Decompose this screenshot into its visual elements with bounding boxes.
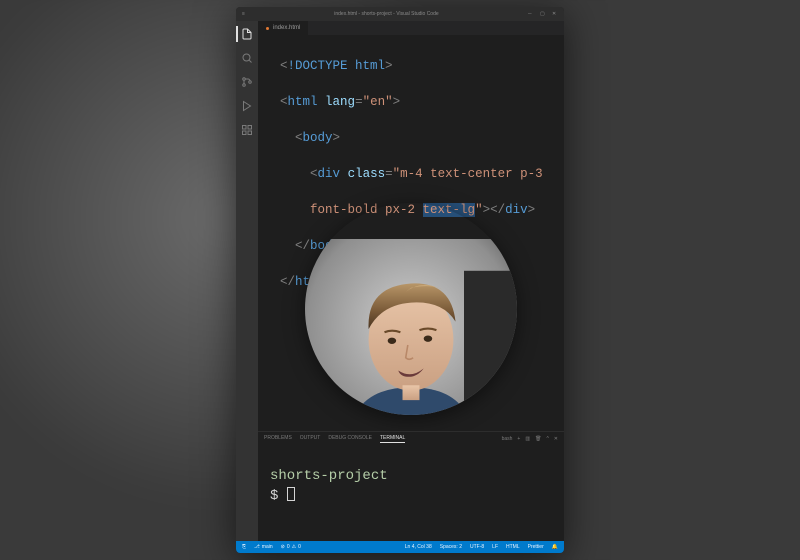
status-bar: ⎘ ⎇ main ⊘ 0 ⚠ 0 Ln 4, Col 38 Spaces: 2 … (236, 541, 564, 553)
html-file-icon (266, 27, 269, 30)
editor-tab[interactable]: index.html (258, 21, 309, 35)
panel-tab-bar: PROBLEMS OUTPUT DEBUG CONSOLE TERMINAL b… (258, 432, 564, 446)
terminal-cwd: shorts-project (270, 466, 552, 486)
panel-tab-output[interactable]: OUTPUT (300, 435, 321, 443)
presenter-webcam (305, 203, 517, 415)
maximize-icon[interactable]: ▢ (540, 11, 546, 17)
encoding[interactable]: UTF-8 (470, 544, 484, 550)
new-terminal-icon[interactable]: + (517, 436, 520, 442)
editor-area: index.html <!DOCTYPE html> <html lang="e… (258, 21, 564, 541)
minimize-icon[interactable]: ─ (528, 11, 534, 17)
run-debug-icon[interactable] (240, 99, 254, 113)
explorer-icon[interactable] (240, 27, 254, 41)
terminal-cursor (287, 487, 295, 501)
maximize-panel-icon[interactable]: ^ (546, 436, 548, 442)
title-bar: ≡ index.html - shorts-project - Visual S… (236, 7, 564, 21)
eol[interactable]: LF (492, 544, 498, 550)
panel-tab-debug[interactable]: DEBUG CONSOLE (328, 435, 372, 443)
indentation[interactable]: Spaces: 2 (440, 544, 462, 550)
bottom-panel: PROBLEMS OUTPUT DEBUG CONSOLE TERMINAL b… (258, 431, 564, 541)
kill-terminal-icon[interactable]: 🗑 (535, 436, 541, 442)
terminal-prompt: $ (270, 488, 278, 504)
language-mode[interactable]: HTML (506, 544, 520, 550)
terminal[interactable]: shorts-project $ (258, 446, 564, 541)
close-panel-icon[interactable]: ✕ (554, 436, 558, 442)
git-branch[interactable]: ⎇ main (254, 544, 273, 550)
editor-tab-bar: index.html (258, 21, 564, 35)
panel-tab-problems[interactable]: PROBLEMS (264, 435, 292, 443)
panel-tab-terminal[interactable]: TERMINAL (380, 435, 405, 443)
problems-status[interactable]: ⊘ 0 ⚠ 0 (281, 544, 301, 550)
prettier-status[interactable]: Prettier (528, 544, 544, 550)
cursor-position[interactable]: Ln 4, Col 38 (405, 544, 432, 550)
tab-filename: index.html (273, 25, 300, 31)
source-control-icon[interactable] (240, 75, 254, 89)
split-terminal-icon[interactable]: ▥ (525, 436, 530, 442)
window-title: index.html - shorts-project - Visual Stu… (245, 11, 528, 17)
code-editor[interactable]: <!DOCTYPE html> <html lang="en"> <body> … (258, 35, 564, 431)
extensions-icon[interactable] (240, 123, 254, 137)
close-icon[interactable]: ✕ (552, 11, 558, 17)
activity-bar (236, 21, 258, 541)
notifications-icon[interactable]: 🔔 (552, 544, 558, 550)
terminal-shell-label[interactable]: bash (502, 436, 513, 442)
remote-indicator[interactable]: ⎘ (242, 544, 246, 550)
vscode-window: ≡ index.html - shorts-project - Visual S… (236, 7, 564, 553)
search-icon[interactable] (240, 51, 254, 65)
